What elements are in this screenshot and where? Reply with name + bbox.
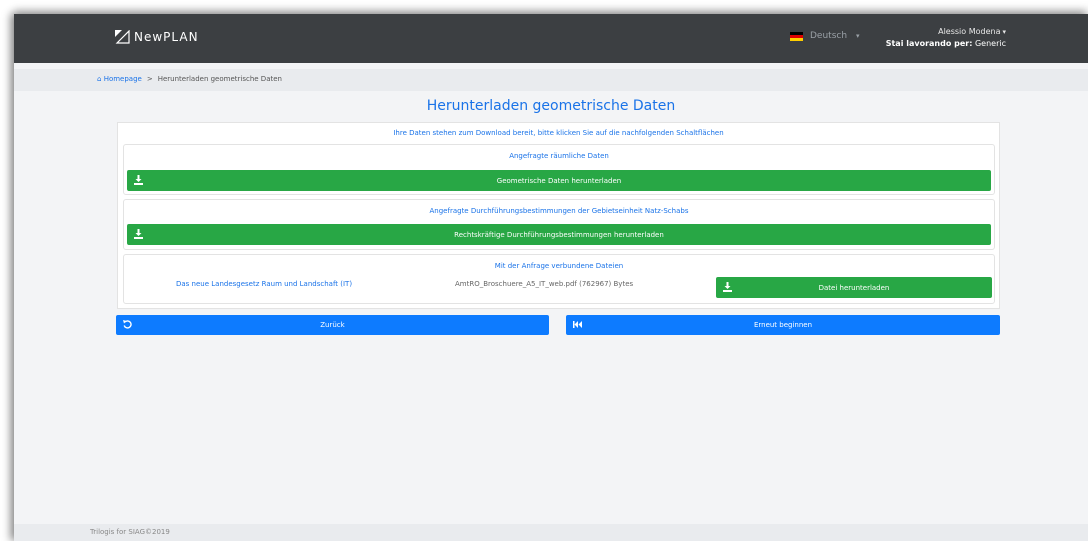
skip-back-icon: [573, 321, 582, 328]
download-geometric-data-button[interactable]: Geometrische Daten herunterladen: [127, 170, 991, 191]
regulations-title: Angefragte Durchführungsbestimmungen der…: [429, 207, 689, 215]
download-intro-text: Ihre Daten stehen zum Download bereit, b…: [393, 129, 724, 137]
caret-down-icon: ▾: [1002, 28, 1006, 36]
download-panel: Ihre Daten stehen zum Download bereit, b…: [117, 122, 1000, 309]
regulations-section: Angefragte Durchführungsbestimmungen der…: [123, 199, 995, 250]
back-button-label: Zurück: [320, 321, 345, 329]
brand-link[interactable]: NewPLAN: [115, 30, 199, 44]
download-icon: [134, 175, 143, 185]
caret-down-icon: ▾: [856, 32, 860, 40]
breadcrumb-separator: >: [146, 75, 153, 83]
download-file-label: Datei herunterladen: [818, 283, 890, 292]
download-geometric-data-label: Geometrische Daten herunterladen: [496, 176, 622, 185]
brand-name: NewPLAN: [134, 30, 199, 44]
download-icon: [723, 282, 732, 292]
home-icon: ⌂: [97, 75, 102, 83]
breadcrumb-home-link[interactable]: ⌂ Homepage: [97, 75, 142, 83]
page-title: Herunterladen geometrische Daten: [426, 98, 676, 114]
breadcrumb: ⌂ Homepage > Herunterladen geometrische …: [97, 75, 282, 83]
related-files-section: Mit der Anfrage verbundene Dateien Das n…: [123, 254, 995, 304]
working-for-value: Generic: [974, 39, 1006, 48]
download-regulations-button[interactable]: Rechtskräftige Durchführungsbestimmungen…: [127, 224, 991, 245]
newplan-logo-icon: [115, 30, 130, 44]
footer: Trilogis for SIAG©2019: [14, 524, 1088, 541]
restart-button[interactable]: Erneut beginnen: [566, 315, 1000, 335]
file-link[interactable]: Das neue Landesgesetz Raum und Landschaf…: [176, 280, 352, 288]
restart-button-label: Erneut beginnen: [753, 321, 813, 329]
user-menu[interactable]: Alessio Modena ▾ Stai lavorando per: Gene…: [886, 26, 1006, 49]
footer-text: Trilogis for SIAG©2019: [90, 528, 170, 536]
download-regulations-label: Rechtskräftige Durchführungsbestimmungen…: [454, 230, 664, 239]
undo-icon: [123, 320, 132, 329]
breadcrumb-current: Herunterladen geometrische Daten: [157, 75, 282, 83]
top-navbar: NewPLAN Deutsch ▾ Alessio Modena ▾ Stai l…: [14, 14, 1088, 63]
spatial-data-title: Angefragte räumliche Daten: [509, 152, 609, 160]
download-file-button[interactable]: Datei herunterladen: [716, 277, 992, 298]
back-button[interactable]: Zurück: [116, 315, 549, 335]
user-name: Alessio Modena: [938, 27, 1001, 36]
german-flag-icon: [790, 31, 803, 41]
breadcrumb-home-label: Homepage: [103, 75, 142, 83]
related-files-title: Mit der Anfrage verbundene Dateien: [494, 262, 624, 270]
app-window: NewPLAN Deutsch ▾ Alessio Modena ▾ Stai l…: [14, 14, 1088, 541]
language-label: Deutsch: [810, 31, 848, 41]
language-dropdown[interactable]: Deutsch ▾: [790, 31, 860, 41]
working-for-label: Stai lavorando per:: [885, 39, 973, 48]
download-icon: [134, 229, 143, 239]
breadcrumb-bar: ⌂ Homepage > Herunterladen geometrische …: [14, 69, 1088, 91]
spatial-data-section: Angefragte räumliche Daten Geometrische …: [123, 144, 995, 195]
file-info: AmtRO_Broschuere_A5_IT_web.pdf (762967) …: [455, 280, 634, 288]
